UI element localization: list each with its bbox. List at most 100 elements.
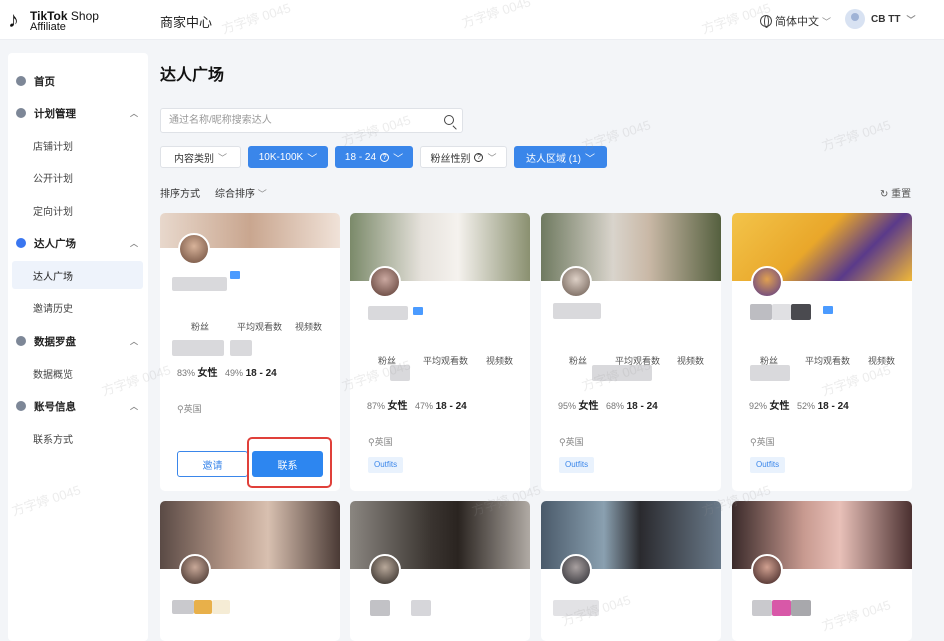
filter-label: 10K-100K [258,151,304,163]
seller-center-title: 商家中心 [160,15,213,30]
globe-icon [760,15,772,28]
location-pin-icon: ⚲ [177,404,184,414]
user-menu[interactable]: CB TT ﹀ [845,9,915,29]
verified-badge-icon [823,306,833,314]
plan-icon [16,108,26,118]
audience-demographics: 92% 女性 52% 18 - 24 [749,401,849,412]
category-tag: Outfits [559,457,595,473]
stat-value-blurred [592,365,652,381]
creator-name-blurred [368,306,408,320]
category-tag: Outfits [368,457,404,473]
sidebar-item-label: 数据罗盘 [34,335,76,348]
sidebar-group-plan-management[interactable]: 计划管理 ︿ [8,99,148,127]
creator-name-blurred [194,600,212,614]
filter-label: 粉丝性别 [430,153,471,165]
sidebar-item-shop-plan[interactable]: 店铺计划 [8,131,148,159]
creator-name-blurred [750,304,772,320]
creator-card[interactable]: 粉丝 平均观看数 视频数 95% 女性 68% 18 - 24 ⚲英国 Outf… [541,213,721,491]
creator-name-blurred [791,600,811,616]
creator-name-blurred [411,600,431,616]
reset-button[interactable]: ↻ 重置 [880,185,911,200]
creator-location: ⚲英国 [177,404,202,414]
creator-card[interactable]: 粉丝 平均观看数 视频数 87% 女性 47% 18 - 24 ⚲英国 Outf… [350,213,530,491]
search-icon[interactable] [444,115,454,125]
sort-dropdown[interactable]: 综合排序 ﹀ [215,185,267,200]
stat-value-blurred [750,365,790,381]
chevron-down-icon: ﹀ [217,152,227,163]
sidebar-group-account-info[interactable]: 账号信息 ︿ [8,392,148,420]
chevron-down-icon: ﹀ [307,153,318,165]
sidebar-item-public-plan[interactable]: 公开计划 [8,163,148,191]
creator-avatar [560,554,592,586]
filter-label: 18 - 24 [344,151,377,163]
creator-name-blurred [370,600,390,616]
search-input[interactable] [161,109,431,132]
sidebar-item-label: 数据概览 [33,369,73,381]
filter-fan-gender[interactable]: 粉丝性别 ? ﹀ [420,146,507,168]
videos-header: 视频数 [677,356,705,366]
sidebar-item-label: 首页 [34,75,55,88]
creator-name-blurred [553,303,601,319]
creator-icon [16,238,26,248]
chevron-down-icon: ﹀ [585,153,595,165]
creator-card[interactable] [541,501,721,641]
creator-location: ⚲英国 [559,437,584,447]
filter-label: 内容类别 [173,153,214,165]
filter-age[interactable]: 18 - 24 ? ﹀ [335,146,413,168]
sidebar-item-label: 公开计划 [33,173,73,185]
verified-badge-icon [230,271,240,279]
audience-demographics: 87% 女性 47% 18 - 24 [367,401,467,412]
category-tag: Outfits [750,457,786,473]
sidebar-item-label: 计划管理 [34,107,76,120]
highlight-box [247,437,332,488]
creator-location: ⚲英国 [750,437,775,447]
creator-name-blurred [772,304,791,320]
audience-demographics: 83% 女性 49% 18 - 24 [177,368,277,379]
user-name: CB TT [871,13,901,25]
stat-value-blurred [230,340,252,356]
followers-header: 粉丝 [569,356,588,366]
location-pin-icon: ⚲ [368,437,375,447]
creator-avatar [369,554,401,586]
creator-card[interactable] [350,501,530,641]
creator-name-blurred [172,277,227,291]
sidebar-item-contact[interactable]: 联系方式 [8,424,148,452]
sidebar: 首页 计划管理 ︿ 店铺计划 公开计划 定向计划 达人广场 ︿ 达人广场 邀请历… [8,53,148,641]
brand-subtitle: Affiliate [30,21,66,33]
help-icon: ? [380,152,390,162]
creator-avatar [751,554,783,586]
sidebar-item-data-overview[interactable]: 数据概览 [8,359,148,387]
creator-card[interactable] [732,501,912,641]
creator-avatar [560,266,592,298]
tiktok-shop-affiliate-logo[interactable]: ♪ TikTok Shop Affiliate [8,7,108,34]
sidebar-item-label: 联系方式 [33,434,73,446]
sidebar-group-data-compass[interactable]: 数据罗盘 ︿ [8,327,148,355]
creator-card[interactable] [160,501,340,641]
account-icon [16,401,26,411]
sidebar-item-invite-history[interactable]: 邀请历史 [8,293,148,321]
search-box [160,108,463,133]
followers-header: 粉丝 [191,322,210,332]
stat-value-blurred [172,340,224,356]
reset-label: 重置 [891,189,912,200]
invite-button[interactable]: 邀请 [177,451,248,477]
creator-name-blurred [772,600,791,616]
chevron-up-icon: ︿ [130,109,138,118]
chevron-down-icon: ﹀ [487,152,497,163]
sidebar-item-home[interactable]: 首页 [8,67,148,95]
creator-avatar [179,554,211,586]
creator-card[interactable]: 粉丝 平均观看数 视频数 92% 女性 52% 18 - 24 ⚲英国 Outf… [732,213,912,491]
filter-creator-region[interactable]: 达人区域 (1) ﹀ [514,146,607,168]
chevron-down-icon: ﹀ [822,16,832,27]
sort-value: 综合排序 [215,189,255,200]
sidebar-item-creator-square[interactable]: 达人广场 [12,261,143,289]
filter-content-category[interactable]: 内容类别 ﹀ [160,146,241,168]
sidebar-group-creator-square[interactable]: 达人广场 ︿ [8,229,148,257]
stat-value-blurred [390,365,410,381]
filter-followers[interactable]: 10K-100K ﹀ [248,146,328,168]
chevron-up-icon: ︿ [130,239,138,248]
sidebar-item-label: 定向计划 [33,206,73,218]
tiktok-note-icon: ♪ [8,7,19,32]
sidebar-item-targeted-plan[interactable]: 定向计划 [8,196,148,224]
language-selector[interactable]: 简体中文 ﹀ [760,13,831,29]
